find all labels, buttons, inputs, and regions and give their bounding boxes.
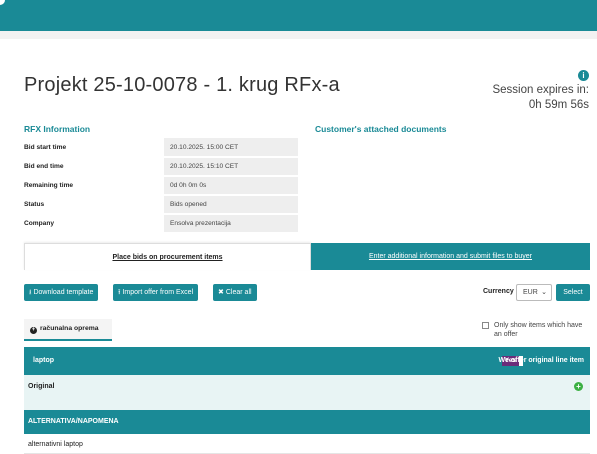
currency-select[interactable]: EUR ⌄ — [516, 284, 552, 301]
rfx-label: Company — [24, 214, 164, 234]
item-row-original: Original + — [24, 375, 590, 399]
table-row: Company Ensolva prezentacija — [24, 214, 298, 234]
category-name: računalna oprema — [40, 325, 99, 332]
alternative-row-label: alternativni laptop — [28, 441, 83, 448]
session-label: Session expires in: — [492, 84, 589, 96]
category-tab[interactable]: + računalna oprema — [24, 319, 112, 341]
item-header-laptop: laptop Yes We offer original line item — [24, 347, 590, 375]
add-icon[interactable]: + — [574, 382, 583, 391]
table-row: Status Bids opened — [24, 195, 298, 215]
spacer-row — [24, 399, 590, 410]
only-show-offer-checkbox[interactable] — [482, 322, 489, 329]
rfx-info-table: Bid start time 20.10.2025. 15:00 CET Bid… — [24, 138, 298, 234]
currency-label: Currency — [483, 288, 514, 295]
rfx-label: Status — [24, 195, 164, 215]
documents-heading: Customer's attached documents — [315, 124, 447, 134]
alternative-row: alternativni laptop — [24, 434, 590, 454]
rfx-value: 0d 0h 0m 0s — [164, 176, 298, 196]
table-row: Remaining time 0d 0h 0m 0s — [24, 176, 298, 196]
download-template-button[interactable]: ⭳ Download template — [24, 284, 99, 301]
item-title: laptop — [33, 357, 54, 364]
rfx-info-heading: RFX Information — [24, 124, 91, 134]
session-timer: i Session expires in: 0h 59m 56s — [492, 68, 589, 113]
select-button[interactable]: Select — [556, 284, 590, 301]
rfx-label: Bid end time — [24, 157, 164, 177]
page-title: Projekt 25-10-0078 - 1. krug RFx-a — [24, 74, 340, 96]
session-value: 0h 59m 56s — [528, 99, 589, 111]
plus-circle-icon: + — [30, 327, 37, 334]
download-icon: ⭳ — [29, 289, 32, 296]
currency-value: EUR — [523, 289, 538, 296]
trash-icon: ✖ — [218, 289, 224, 296]
rfx-value: 20.10.2025. 15:10 CET — [164, 157, 298, 177]
rfx-label: Remaining time — [24, 176, 164, 196]
clear-all-label: Clear all — [225, 289, 252, 296]
alternative-header-label: ALTERNATIVA/NAPOMENA — [28, 418, 119, 425]
tab-additional-info-label: Enter additional information and submit … — [368, 253, 533, 260]
tab-place-bids[interactable]: Place bids on procurement items — [24, 243, 311, 270]
rfx-label: Bid start time — [24, 138, 164, 158]
download-template-label: Download template — [33, 289, 94, 296]
logo-circle — [0, 0, 5, 5]
import-excel-label: Import offer from Excel — [122, 289, 194, 296]
rfx-value: Ensolva prezentacija — [164, 214, 298, 234]
top-bar-gap — [0, 31, 597, 39]
tab-additional-info[interactable]: Enter additional information and submit … — [311, 243, 590, 270]
info-icon[interactable]: i — [578, 70, 589, 81]
clear-all-button[interactable]: ✖ Clear all — [213, 284, 257, 301]
table-row: Bid end time 20.10.2025. 15:10 CET — [24, 157, 298, 177]
only-show-offer-filter[interactable]: Only show items which have an offer — [482, 321, 590, 339]
only-show-offer-label: Only show items which have an offer — [494, 322, 583, 338]
offer-original-label: We offer original line item — [498, 357, 584, 364]
alternative-header: ALTERNATIVA/NAPOMENA — [24, 410, 590, 434]
rfx-value: Bids opened — [164, 195, 298, 215]
import-excel-button[interactable]: ⭱ Import offer from Excel — [113, 284, 199, 301]
top-bar — [0, 0, 597, 31]
bid-tabs: Place bids on procurement items Enter ad… — [24, 243, 590, 270]
tab-place-bids-label: Place bids on procurement items — [112, 254, 223, 261]
chevron-down-icon: ⌄ — [541, 289, 547, 296]
rfx-value: 20.10.2025. 15:00 CET — [164, 138, 298, 158]
upload-icon: ⭱ — [118, 289, 121, 296]
original-row-label: Original — [28, 383, 55, 390]
table-row: Bid start time 20.10.2025. 15:00 CET — [24, 138, 298, 158]
